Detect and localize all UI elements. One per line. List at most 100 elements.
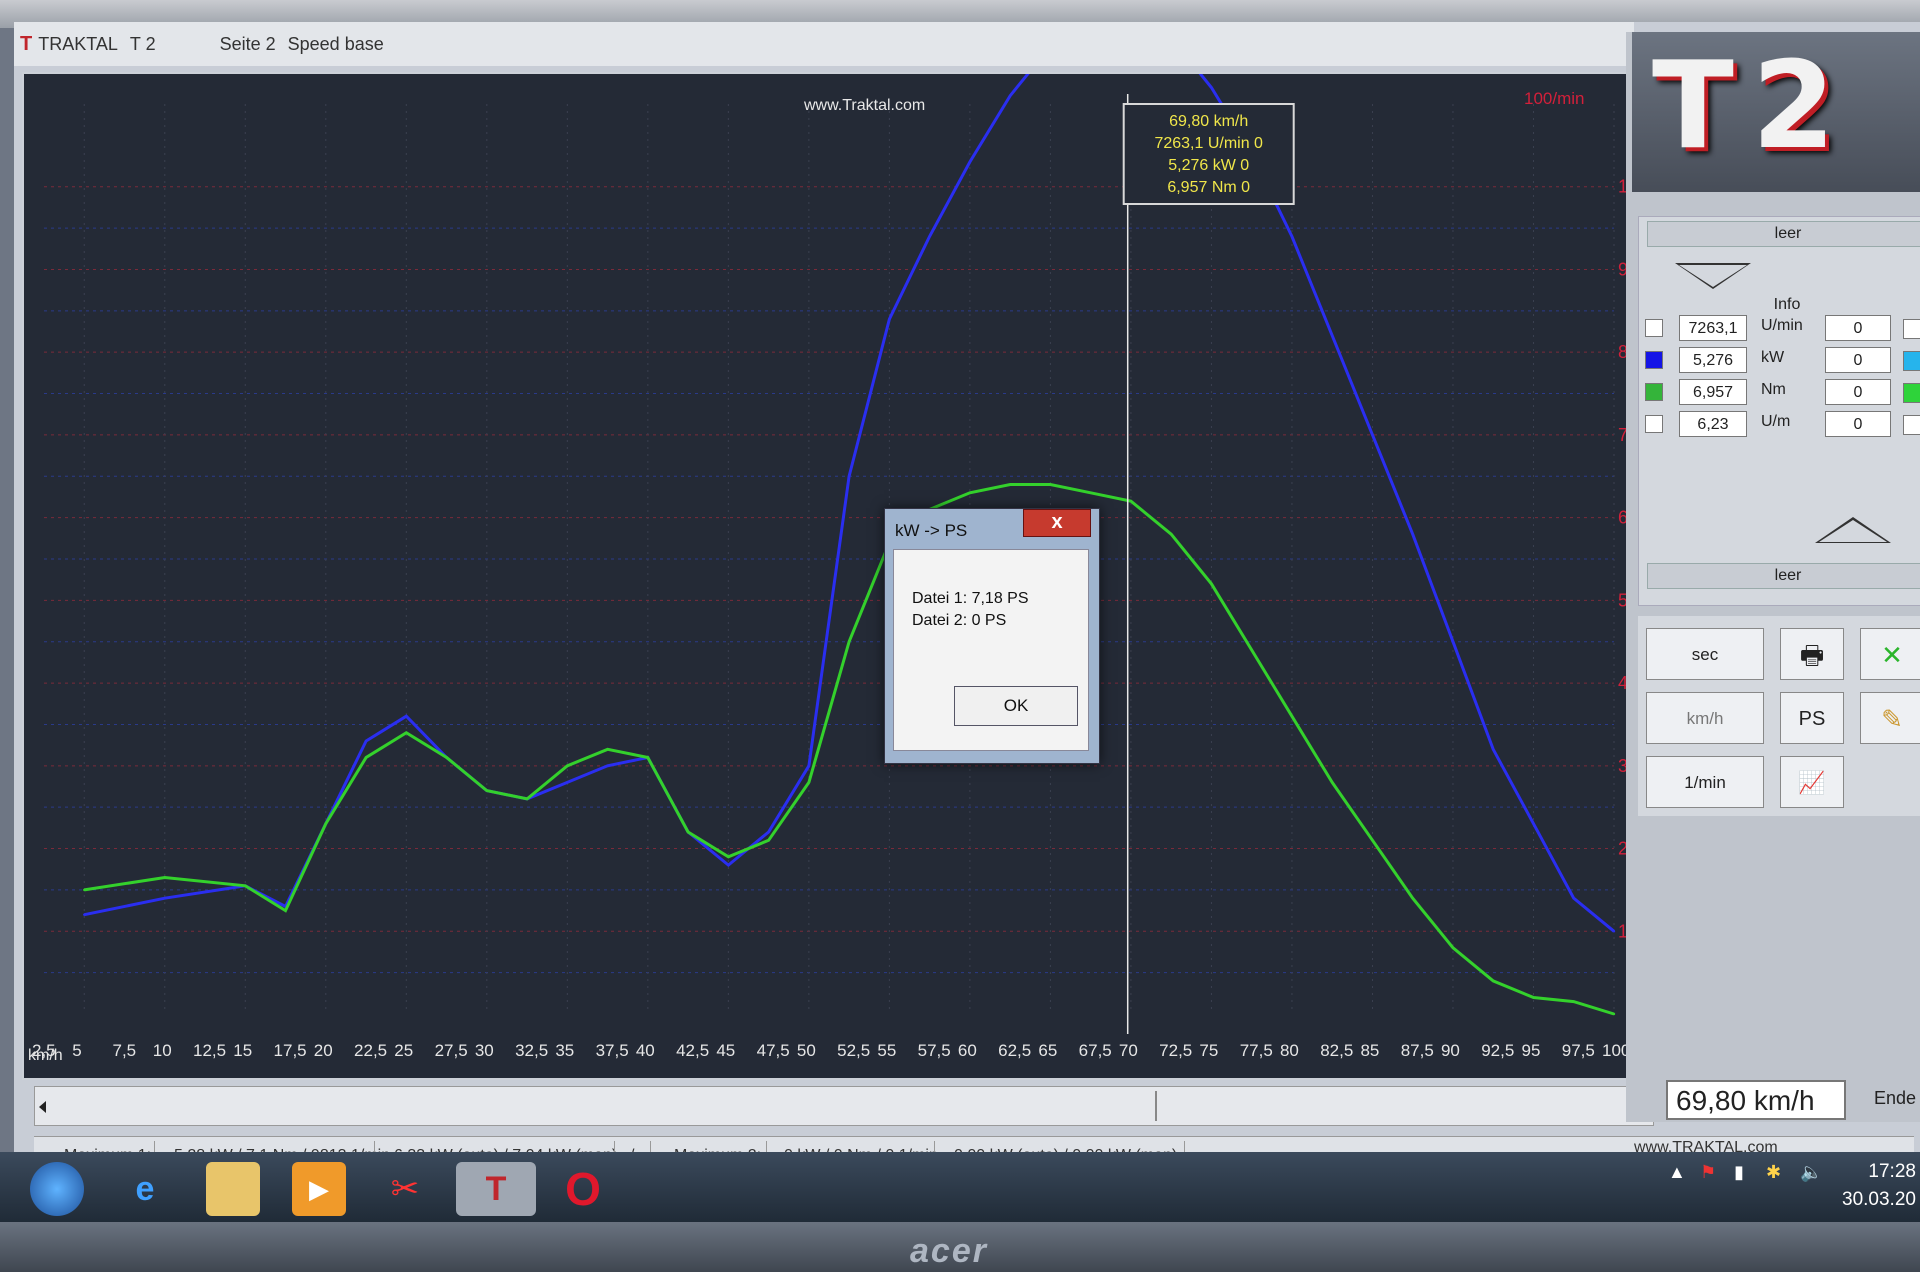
network-icon[interactable]: ✱	[1766, 1162, 1781, 1183]
data-point	[686, 830, 690, 834]
data-point	[807, 764, 811, 768]
x-tick-label: 75	[1199, 1041, 1218, 1060]
x-tick-label: 50	[797, 1041, 816, 1060]
device-icon[interactable]: ▮	[1734, 1162, 1744, 1183]
data-point	[1411, 532, 1414, 536]
ende-button[interactable]: Ende	[1874, 1088, 1916, 1109]
ps-button[interactable]: PS	[1780, 692, 1844, 744]
data-point	[1572, 896, 1575, 900]
ok-button[interactable]: OK	[954, 686, 1078, 726]
scroll-left-icon[interactable]	[39, 1101, 46, 1113]
x-tick-label: 72,5	[1159, 1041, 1192, 1060]
data-point	[1049, 483, 1052, 486]
channel-value: 5,276	[1679, 347, 1747, 373]
folder-icon[interactable]	[206, 1162, 260, 1216]
top-slot-bar[interactable]: leer	[1647, 221, 1920, 247]
sec-button[interactable]: sec	[1646, 628, 1764, 680]
x-tick-label: 47,5	[757, 1041, 790, 1060]
cursor-readout-line: 5,276 kW 0	[1168, 157, 1249, 174]
data-point	[968, 491, 972, 495]
right-axis-label: 100/min	[1524, 89, 1584, 108]
button-panel: sec 🖶 ✕ km/h PS ✎ 1/min 📈	[1638, 616, 1920, 816]
graph-icon[interactable]: 📈	[1780, 756, 1844, 808]
magic-wand-icon[interactable]: ✎	[1860, 692, 1920, 744]
clock-time: 17:28	[1868, 1161, 1916, 1182]
data-point	[1331, 334, 1334, 337]
start-button-icon[interactable]	[30, 1162, 84, 1216]
dyno-chart[interactable]: 100908070605040302010100/minwww.Traktal.…	[22, 72, 1642, 1080]
tray-expand-icon[interactable]: ▲	[1668, 1162, 1686, 1183]
data-point	[1492, 979, 1495, 983]
channel-swatch[interactable]	[1903, 319, 1920, 339]
x-tick-label: 45	[716, 1041, 735, 1060]
data-point	[1572, 1000, 1575, 1003]
data-point	[1210, 86, 1213, 89]
action-center-flag-icon[interactable]: ⚑	[1700, 1162, 1716, 1183]
channel-swatch[interactable]	[1903, 415, 1920, 435]
data-point	[566, 764, 569, 768]
data-point	[767, 830, 770, 834]
data-point	[163, 876, 166, 879]
data-point	[405, 731, 408, 734]
x-tick-label: 77,5	[1240, 1041, 1273, 1060]
compare-curves-icon[interactable]: ✕	[1860, 628, 1920, 680]
data-point	[1210, 582, 1213, 586]
kmh-button[interactable]: km/h	[1646, 692, 1764, 744]
scroll-thumb[interactable]	[1155, 1091, 1157, 1121]
data-point	[485, 789, 489, 792]
x-tick-label: 62,5	[998, 1041, 1031, 1060]
channel-checkbox[interactable]	[1645, 383, 1663, 401]
channel-checkbox[interactable]	[1645, 319, 1663, 337]
channel-unit: Nm	[1761, 381, 1786, 398]
x-tick-label: 25	[394, 1041, 413, 1060]
x-tick-label: 30	[475, 1041, 494, 1060]
window-titlebar: T TRAKTAL T 2 Seite 2 Speed base	[14, 22, 1634, 66]
x-tick-label: 57,5	[918, 1041, 951, 1060]
x-tick-label: 12,5	[193, 1041, 226, 1060]
volume-icon[interactable]: 🔈	[1800, 1162, 1822, 1183]
clock[interactable]: 17:28 30.03.20	[1842, 1158, 1916, 1214]
data-point	[888, 317, 891, 321]
data-point	[646, 756, 650, 759]
channel-swatch[interactable]	[1903, 383, 1920, 403]
traktal-task-icon[interactable]: T	[456, 1162, 536, 1216]
x-tick-label: 85	[1360, 1041, 1379, 1060]
chart-watermark: www.Traktal.com	[803, 97, 925, 114]
x-tick-label: 42,5	[676, 1041, 709, 1060]
data-point	[968, 160, 972, 164]
screen: T TRAKTAL T 2 Seite 2 Speed base 1009080…	[14, 22, 1920, 1222]
clock-date: 30.03.20	[1842, 1189, 1916, 1210]
traktal-logo-icon: T	[20, 32, 33, 55]
channel-value-2: 0	[1825, 379, 1891, 405]
channel-unit: U/m	[1761, 413, 1791, 430]
page-label: Seite 2	[219, 33, 276, 54]
data-point	[244, 884, 247, 887]
data-point	[1290, 714, 1294, 718]
scroll-down-triangle-icon[interactable]	[1675, 263, 1751, 289]
media-player-icon[interactable]: ▶	[292, 1162, 346, 1216]
dialog-line-1: Datei 1: 7,18 PS	[912, 590, 1029, 607]
snipping-tool-icon[interactable]: ✂	[378, 1162, 432, 1216]
data-point	[83, 888, 86, 892]
x-tick-label: 82,5	[1320, 1041, 1353, 1060]
opera-icon[interactable]: O	[556, 1162, 610, 1216]
x-tick-label: 17,5	[274, 1041, 307, 1060]
x-tick-label: 87,5	[1401, 1041, 1434, 1060]
info-panel: leer Info 7263,1 U/min 0 5,276 kW 0 6,957 Nm 0 6,…	[1638, 216, 1920, 606]
channel-unit: kW	[1761, 349, 1785, 366]
bottom-slot-bar[interactable]: leer	[1647, 563, 1920, 589]
channel-checkbox[interactable]	[1645, 351, 1663, 369]
rpm-button[interactable]: 1/min	[1646, 756, 1764, 808]
close-icon[interactable]: x	[1023, 509, 1091, 537]
print-icon[interactable]: 🖶	[1780, 628, 1844, 680]
channel-checkbox[interactable]	[1645, 415, 1663, 433]
data-point	[1129, 499, 1133, 503]
channel-swatch[interactable]	[1903, 351, 1920, 371]
horizontal-scrollbar[interactable]	[34, 1086, 1654, 1126]
internet-explorer-icon[interactable]: e	[118, 1162, 172, 1216]
data-point	[1250, 648, 1253, 652]
data-point	[1612, 1012, 1616, 1016]
data-point	[807, 781, 811, 784]
scroll-up-triangle-icon[interactable]	[1815, 517, 1891, 543]
x-tick-label: 5	[72, 1041, 81, 1060]
